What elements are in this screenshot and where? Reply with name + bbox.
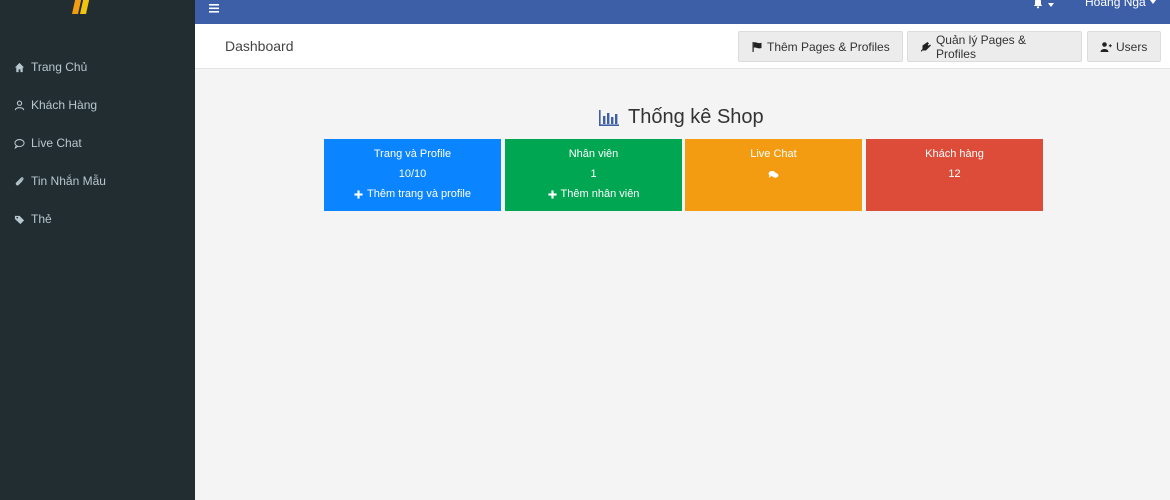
stat-card-title: Trang và Profile <box>373 148 452 160</box>
notifications-dropdown[interactable] <box>1032 0 1054 12</box>
stat-card-title: Khách hàng <box>925 148 984 160</box>
stat-card-title: Nhân viên <box>568 148 619 160</box>
sidebar-item-the[interactable]: Thẻ <box>0 200 195 238</box>
sidebar-item-label: Trang Chủ <box>31 60 88 74</box>
stat-card-pages-profiles[interactable]: Trang và Profile 10/10 Thêm trang và pro… <box>324 139 501 211</box>
plug-icon <box>920 41 931 52</box>
plus-icon <box>354 189 363 199</box>
add-pages-profiles-button[interactable]: Thêm Pages & Profiles <box>738 31 903 62</box>
stats-title-text: Thống kê Shop <box>628 106 764 128</box>
manage-pages-profiles-button[interactable]: Quản lý Pages & Profiles <box>907 31 1082 62</box>
stat-card-staff[interactable]: Nhân viên 1 Thêm nhân viên <box>505 139 682 211</box>
sidebar-item-tin-nhan-mau[interactable]: Tin Nhắn Mẫu <box>0 162 195 200</box>
stat-card-value: 1 <box>590 168 597 180</box>
flag-icon <box>752 41 762 52</box>
sidebar-item-label: Thẻ <box>31 212 52 226</box>
button-label: Thêm Pages & Profiles <box>767 39 890 54</box>
bell-icon <box>1032 0 1044 12</box>
button-label: Quản lý Pages & Profiles <box>935 32 1027 61</box>
sidebar-item-label: Khách Hàng <box>31 98 98 112</box>
caret-down-icon <box>1149 0 1156 4</box>
stat-card-title: Live Chat <box>750 148 797 160</box>
sidebar-item-live-chat[interactable]: Live Chat <box>0 124 195 162</box>
stat-card-live-chat[interactable]: Live Chat <box>685 139 862 211</box>
sidebar-item-trang-chu[interactable]: Trang Chủ <box>0 48 195 86</box>
bar-chart-icon <box>599 109 619 126</box>
comments-icon <box>685 170 862 179</box>
home-icon <box>12 60 26 74</box>
stat-card-value: 10/10 <box>398 168 427 180</box>
page-title: Dashboard <box>225 38 294 54</box>
caret-down-icon <box>1048 2 1054 7</box>
stats-title: Thống kê Shop <box>598 106 764 129</box>
stat-card-customers[interactable]: Khách hàng 12 <box>866 139 1043 211</box>
logo[interactable] <box>68 0 128 16</box>
sidebar-item-khach-hang[interactable]: Khách Hàng <box>0 86 195 124</box>
sidebar-item-label: Tin Nhắn Mẫu <box>31 174 106 188</box>
sidebar-nav: Trang Chủ Khách Hàng Live Chat Tin Nhắn … <box>0 48 195 238</box>
stat-card-value: 12 <box>948 168 961 180</box>
user-icon <box>12 98 26 112</box>
paperclip-icon <box>12 174 26 188</box>
user-plus-icon <box>1100 41 1112 52</box>
button-label: Users <box>1116 39 1148 54</box>
top-navbar: Hoàng Nga <box>195 0 1170 24</box>
add-page-profile-link[interactable]: Thêm trang và profile <box>324 188 501 200</box>
user-menu[interactable]: Hoàng Nga <box>1085 0 1156 9</box>
tags-icon <box>12 212 26 226</box>
stat-card-action: Thêm nhân viên <box>560 188 640 200</box>
sidebar-item-label: Live Chat <box>31 136 82 150</box>
add-staff-link[interactable]: Thêm nhân viên <box>505 188 682 200</box>
plus-icon <box>547 189 557 199</box>
users-button[interactable]: Users <box>1087 31 1161 62</box>
content-header: Dashboard Thêm Pages & Profiles Quản lý … <box>195 24 1170 69</box>
sidebar: Trang Chủ Khách Hàng Live Chat Tin Nhắn … <box>0 0 195 500</box>
user-name: Hoàng Nga <box>1085 0 1146 9</box>
menu-toggle-icon[interactable] <box>207 3 221 15</box>
comment-icon <box>12 136 26 150</box>
stat-card-action: Thêm trang và profile <box>367 188 471 200</box>
